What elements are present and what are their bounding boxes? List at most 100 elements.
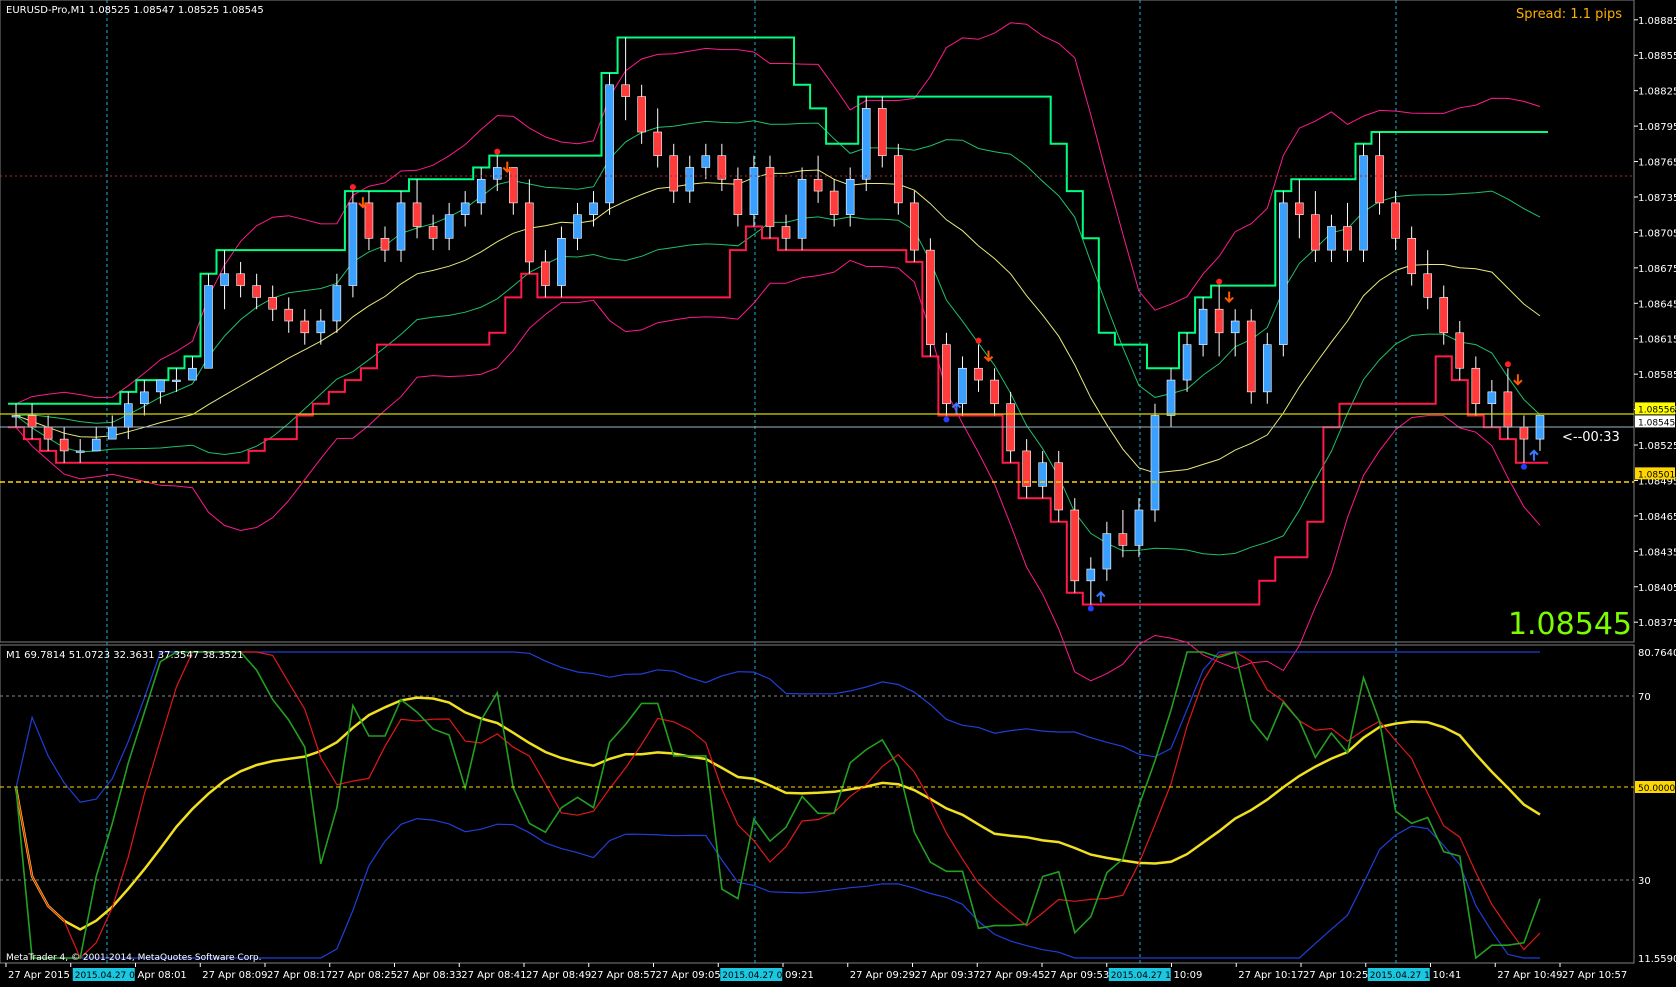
oscillator-axis: 80.7640 70 50.0000 30 11.5590 [1635,648,1676,965]
bear-candle [1519,427,1529,440]
bull-candle [444,214,454,239]
bull-candle [1230,320,1240,334]
time-label: 27 Apr 10:25 [1303,970,1368,981]
top-dot [494,148,501,155]
copyright-text: MetaTrader 4, © 2001-2014, MetaQuotes So… [6,953,262,963]
osc-axis-label: 70 [1638,692,1651,703]
bull-candle [573,214,582,239]
price-tick-label: 1.08705 [1638,228,1676,239]
price-tick-label: 1.08585 [1638,370,1676,381]
bear-candle [509,167,518,204]
bull-candle [1359,155,1368,251]
bear-candle [412,202,422,227]
top-dot [975,337,982,344]
bull-candle [460,202,470,215]
osc-axis-label: 50.0000 [1638,784,1675,794]
bull-candle [140,391,149,404]
main-chart-panel[interactable] [0,0,1635,643]
bear-candle [1423,273,1432,298]
price-tick-label: 1.08375 [1638,618,1676,629]
bear-candle [1471,367,1481,404]
bear-candle [1439,297,1449,334]
bull-candle [861,108,871,180]
bull-candle [589,202,598,215]
price-marker-label: 1.08545 [1638,418,1675,428]
bull-candle [701,155,711,168]
bear-candle [733,178,743,215]
bull-candle [91,438,101,452]
time-label: 27 Apr 09:37 [915,970,980,981]
bull-candle [1166,379,1176,416]
bull-candle [220,273,229,286]
chart-header: EURUSD-Pro,M1 1.08525 1.08547 1.08525 1.… [6,5,264,16]
bull-candle [1279,202,1288,345]
top-dot [1504,361,1511,368]
bull-candle [845,178,855,215]
oscillator-panel[interactable] [0,644,1635,964]
mt4-chart-window[interactable]: EURUSD-Pro,M1 1.08525 1.08547 1.08525 1.… [0,0,1676,983]
bull-candle [11,415,21,418]
bear-candle [284,308,294,322]
bull-candle [1182,344,1192,381]
bull-candle [557,238,566,286]
bottom-dot [1520,463,1527,470]
bear-candle [252,285,261,298]
time-label: 27 Apr 08:25 [332,970,397,981]
bull-candle [1262,344,1272,393]
bull-candle [188,367,197,381]
bear-candle [1054,462,1064,511]
bull-candle [1086,568,1096,582]
time-label: Apr 08:01 [138,970,187,981]
price-tick-label: 1.08405 [1638,583,1676,594]
oscillator-header: M1 69.7814 51.0723 32.3631 37.3547 38.35… [6,650,244,661]
bear-candle [781,226,791,239]
bull-candle [396,202,406,251]
bear-candle [1343,226,1352,251]
time-label: 09:21 [785,970,814,981]
bull-candle [1487,391,1497,404]
bear-candle [1118,533,1128,546]
bull-candle [124,403,133,428]
bull-candle [685,167,695,192]
bear-candle [926,249,935,345]
price-tick-label: 1.08855 [1638,51,1676,62]
bear-candle [1070,509,1080,582]
time-label: 27 Apr 10:17 [1238,970,1303,981]
price-tick-label: 1.08825 [1638,87,1676,98]
time-label: 27 Apr 2015 [8,970,70,981]
bear-candle [877,108,887,156]
bear-candle [541,261,550,286]
time-axis: 27 Apr 2015 2015.04.27 07:58Apr 08:01 27 A… [5,963,1627,981]
bull-candle [348,202,358,286]
bear-candle [637,96,646,133]
time-label: 27 Apr 08:49 [526,970,591,981]
bull-candle [156,379,165,393]
bear-candle [380,238,390,251]
bear-candle [765,167,775,227]
bull-candle [1102,533,1112,570]
price-axis: 1.08885 1.08855 1.08825 1.08795 1.08765 1.087… [1634,16,1676,629]
osc-axis-label: 80.7640 [1638,648,1676,659]
bull-candle [316,320,326,334]
price-tick-label: 1.08735 [1638,193,1676,204]
price-tick-label: 1.08465 [1638,512,1676,523]
bear-candle [653,131,662,156]
big-price-label: 1.08545 [1508,607,1632,642]
price-tick-label: 1.08435 [1638,547,1676,558]
bull-candle [172,379,181,382]
bull-candle [492,167,502,180]
bull-candle [1150,415,1160,511]
bear-candle [813,178,823,192]
time-label: 27 Apr 10:57 [1562,970,1627,981]
price-tick-label: 1.08765 [1638,158,1676,169]
bull-candle [958,367,967,404]
price-tick-label: 1.08525 [1638,441,1676,452]
price-tick-label: 1.08675 [1638,264,1676,275]
price-tick-label: 1.08795 [1638,122,1676,133]
chart-canvas[interactable]: EURUSD-Pro,M1 1.08525 1.08547 1.08525 1.… [0,0,1676,983]
bear-candle [59,438,69,452]
bull-candle [605,84,614,204]
bull-candle [749,167,759,215]
bull-candle [332,285,342,322]
bear-candle [27,415,37,428]
